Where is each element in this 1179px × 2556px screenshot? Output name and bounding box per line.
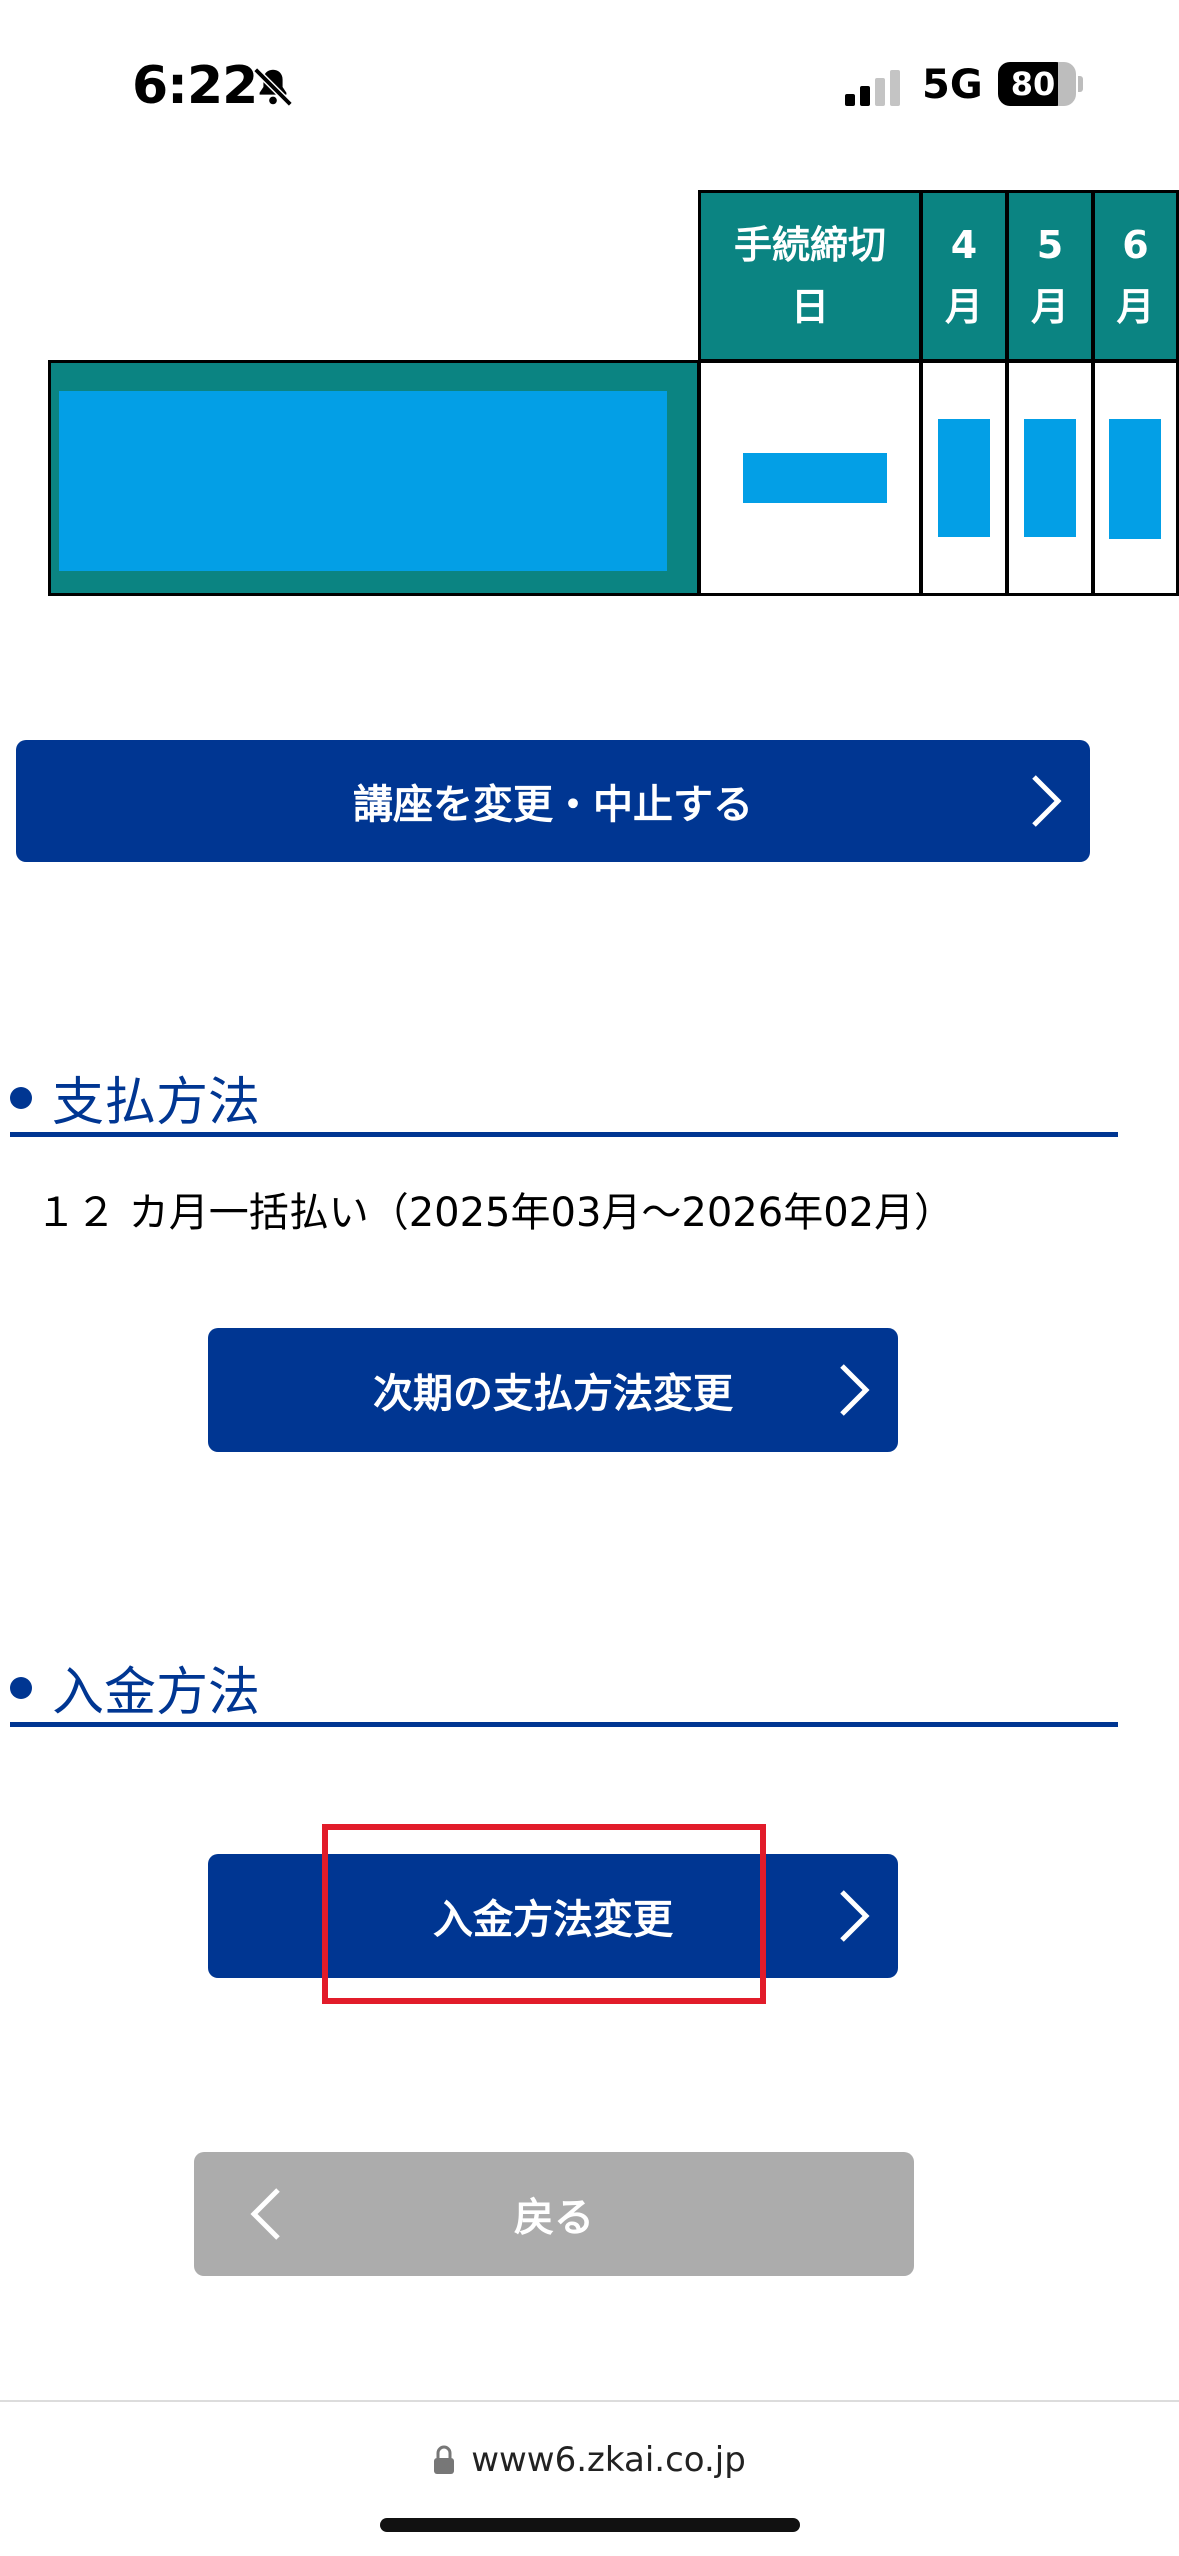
redacted-april bbox=[938, 419, 990, 537]
battery-tip bbox=[1078, 76, 1083, 92]
april-cell bbox=[920, 360, 1008, 596]
redacted-course-name bbox=[59, 391, 667, 571]
bullet-dot bbox=[10, 1086, 32, 1109]
lock-icon bbox=[434, 2445, 455, 2474]
battery-level: 80 bbox=[1010, 65, 1056, 103]
deposit-method-heading: 入金方法 bbox=[10, 1650, 260, 1725]
battery-empty-part bbox=[1058, 62, 1076, 106]
network-label: 5G bbox=[922, 62, 983, 108]
home-indicator[interactable] bbox=[380, 2518, 800, 2532]
chevron-right-icon bbox=[840, 1890, 870, 1942]
deposit-method-underline bbox=[10, 1722, 1118, 1727]
bell-slash-icon bbox=[253, 67, 293, 107]
redacted-may bbox=[1024, 419, 1076, 537]
chevron-right-icon bbox=[840, 1364, 870, 1416]
page: 6:22 5G 80 手続締切日 4月 5月 6月 講座を変更・中止する 支払方… bbox=[0, 0, 1179, 2556]
may-header: 5月 bbox=[1006, 190, 1094, 362]
bullet-dot bbox=[10, 1676, 32, 1699]
change-next-payment-button[interactable]: 次期の支払方法変更 bbox=[208, 1328, 898, 1452]
change-course-button[interactable]: 講座を変更・中止する bbox=[16, 740, 1090, 862]
april-header: 4月 bbox=[920, 190, 1008, 362]
back-button[interactable]: 戻る bbox=[194, 2152, 914, 2276]
payment-method-heading: 支払方法 bbox=[10, 1060, 260, 1135]
chevron-right-icon bbox=[1032, 775, 1062, 827]
may-cell bbox=[1006, 360, 1094, 596]
june-cell bbox=[1092, 360, 1179, 596]
browser-bar-divider bbox=[0, 2400, 1179, 2402]
signal-icon bbox=[845, 70, 900, 106]
chevron-left-icon bbox=[250, 2188, 280, 2240]
payment-method-underline bbox=[10, 1132, 1118, 1137]
june-header: 6月 bbox=[1092, 190, 1179, 362]
change-next-payment-label: 次期の支払方法変更 bbox=[373, 1371, 733, 1417]
url-text: www6.zkai.co.jp bbox=[471, 2440, 746, 2480]
deadline-cell bbox=[698, 360, 922, 596]
redacted-deadline bbox=[743, 453, 887, 503]
back-label: 戻る bbox=[514, 2195, 594, 2241]
redacted-june bbox=[1109, 419, 1161, 539]
highlight-box bbox=[322, 1824, 766, 2004]
deadline-header: 手続締切日 bbox=[698, 190, 922, 362]
status-time: 6:22 bbox=[132, 56, 258, 116]
course-name-cell bbox=[48, 360, 700, 596]
change-course-label: 講座を変更・中止する bbox=[353, 782, 753, 828]
address-bar[interactable]: www6.zkai.co.jp bbox=[0, 2430, 1179, 2490]
payment-method-value: １２ カ月一括払い（2025年03月～2026年02月） bbox=[36, 1190, 955, 1236]
